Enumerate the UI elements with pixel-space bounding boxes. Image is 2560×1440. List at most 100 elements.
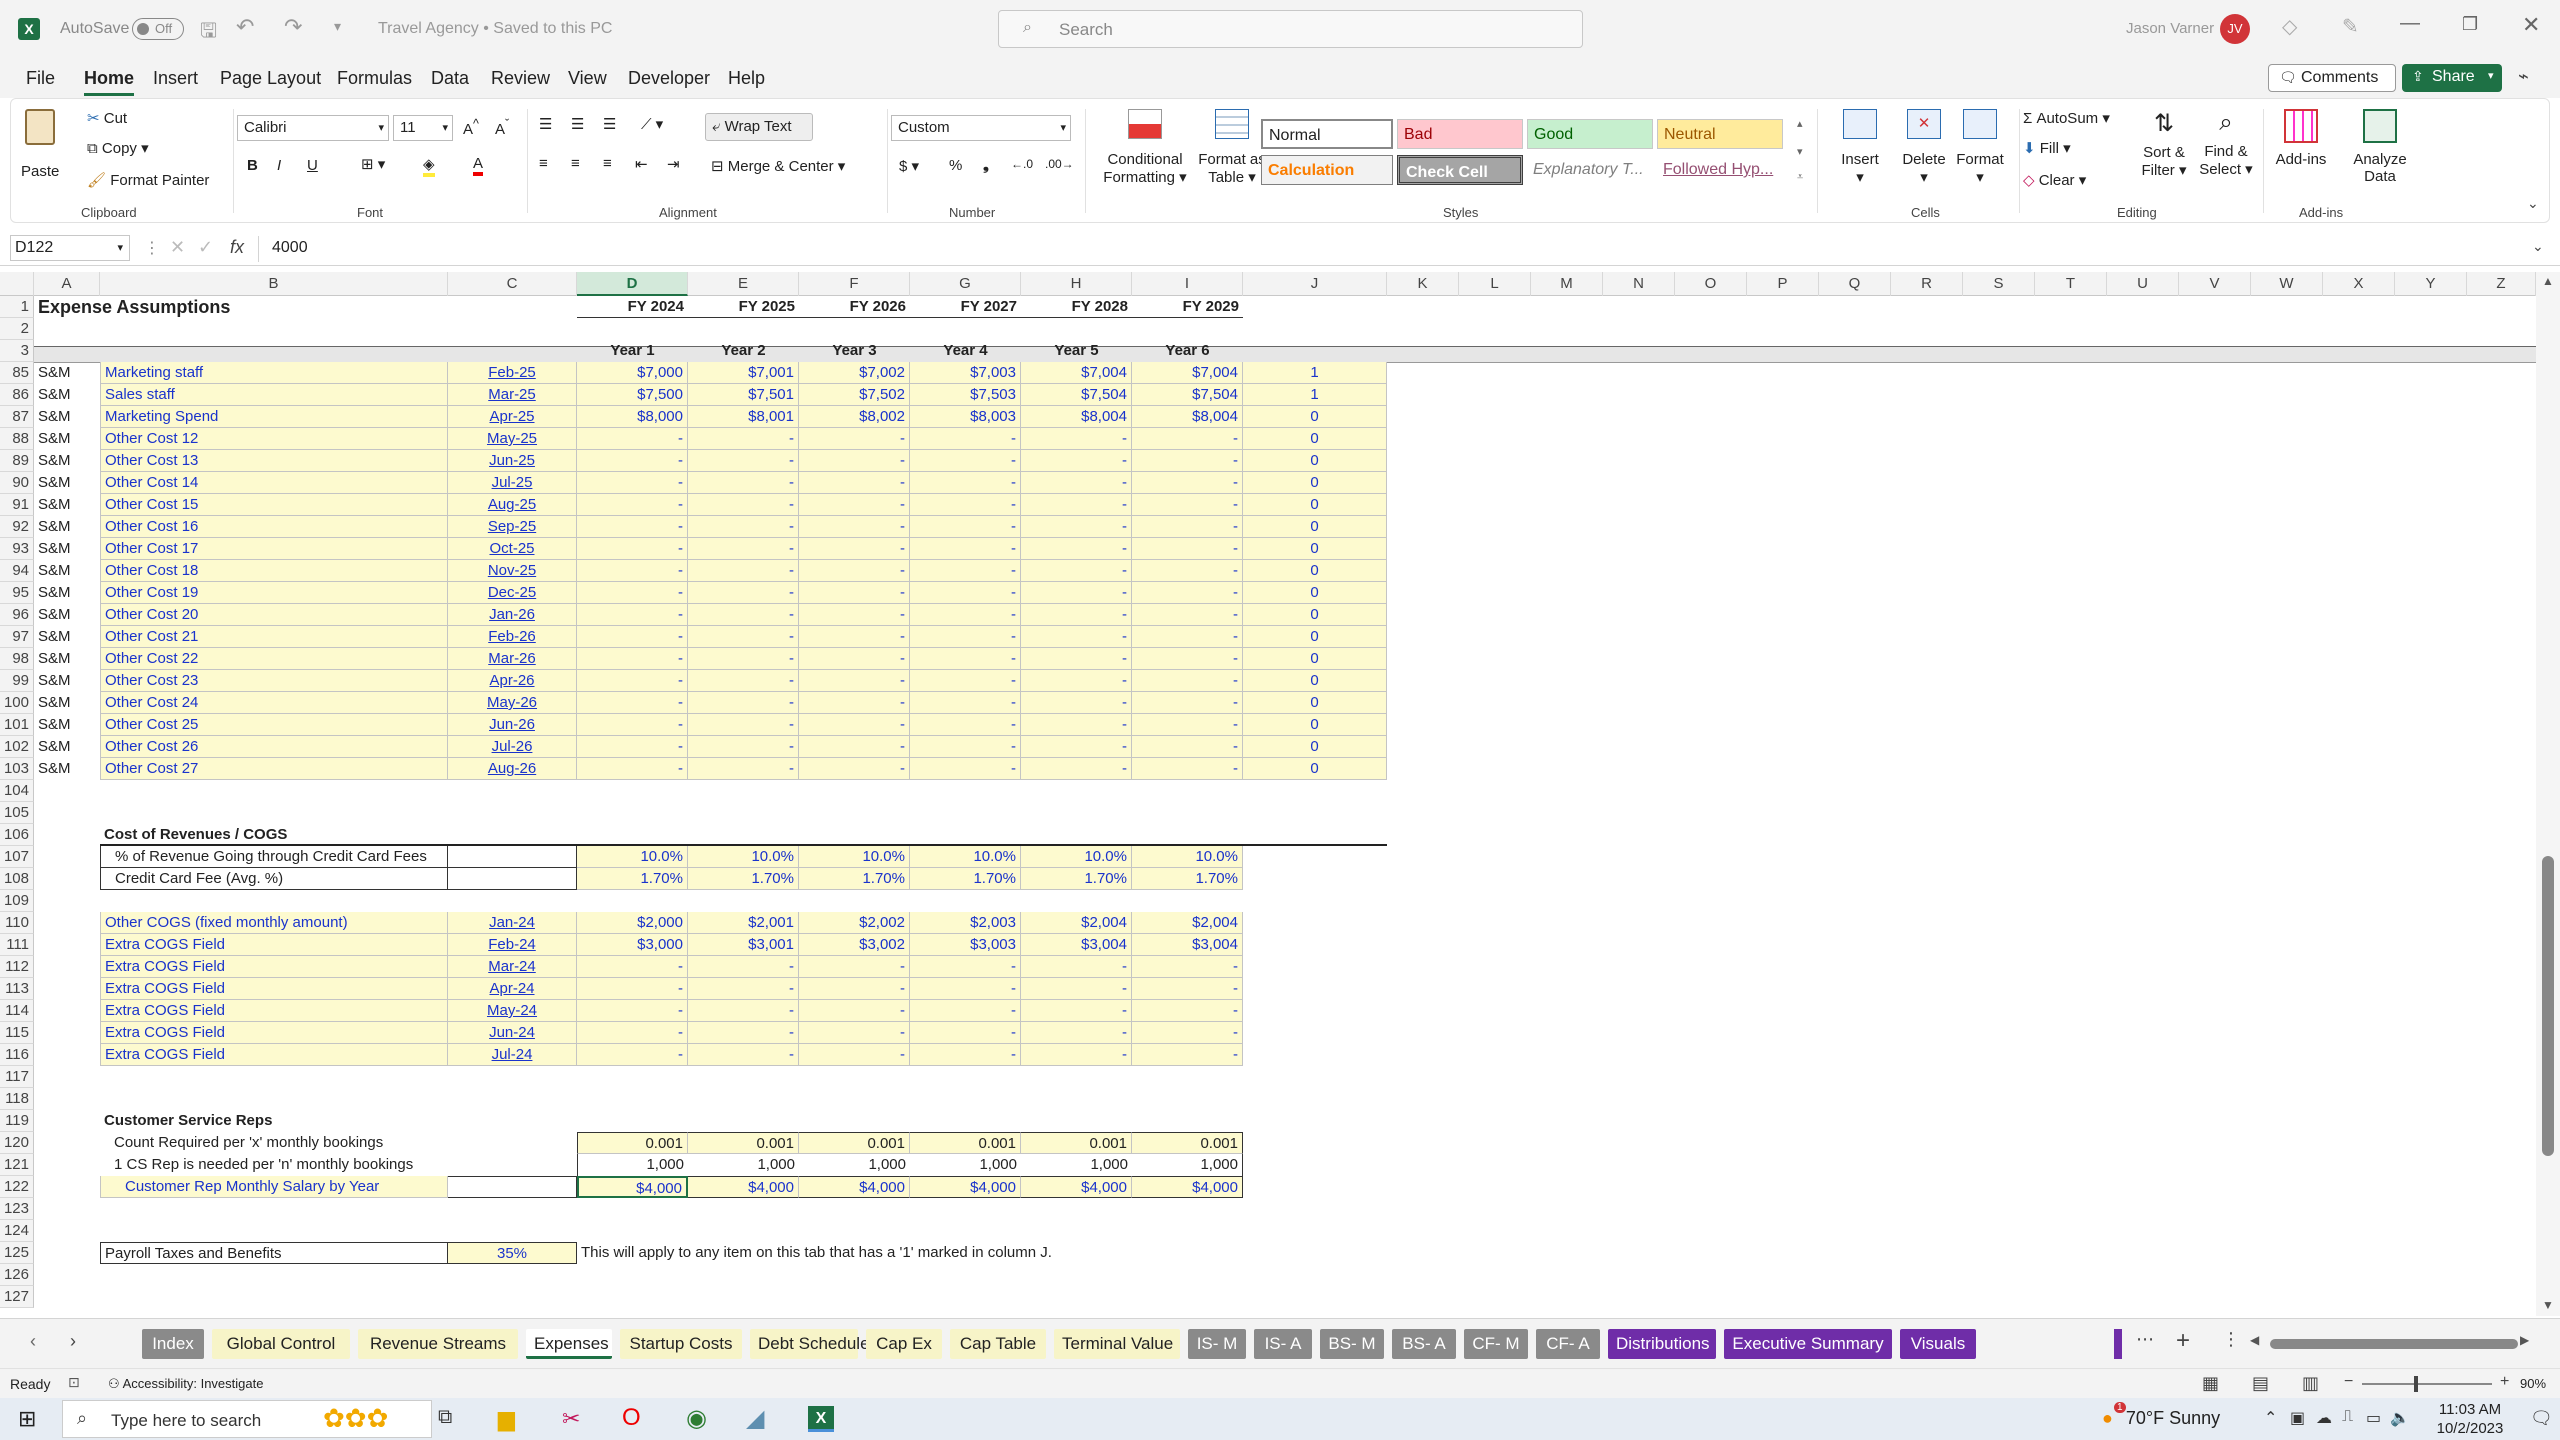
value-cell[interactable]: -	[910, 1044, 1021, 1066]
add-sheet-icon[interactable]: +	[2176, 1327, 2190, 1355]
style-calculation[interactable]: Calculation	[1261, 155, 1393, 185]
expense-name-cell[interactable]: Other Cost 19	[100, 582, 448, 604]
value-cell[interactable]: -	[910, 560, 1021, 582]
row-header[interactable]: 117	[0, 1066, 34, 1088]
value-cell[interactable]: $8,003	[910, 406, 1021, 428]
value-cell[interactable]: -	[1132, 428, 1243, 450]
category-cell[interactable]: S&M	[34, 714, 100, 736]
cc-fee-cell[interactable]: 1.70%	[1132, 868, 1243, 890]
value-cell[interactable]: -	[910, 648, 1021, 670]
col-m[interactable]: M	[1531, 272, 1603, 296]
csr-salary-cell[interactable]: $4,000	[910, 1176, 1021, 1198]
start-date-cell[interactable]: Sep-25	[448, 516, 577, 538]
insert-function-icon[interactable]: fx	[230, 237, 244, 258]
zoom-out-icon[interactable]: −	[2344, 1373, 2353, 1391]
row-header[interactable]: 125	[0, 1242, 34, 1264]
col-l[interactable]: L	[1459, 272, 1531, 296]
value-cell[interactable]: -	[1132, 604, 1243, 626]
minimize-icon[interactable]: —	[2400, 12, 2420, 35]
expense-name-cell[interactable]: Other Cost 12	[100, 428, 448, 450]
value-cell[interactable]: -	[1021, 450, 1132, 472]
col-h[interactable]: H	[1021, 272, 1132, 296]
currency-icon[interactable]: $ ▾	[899, 157, 919, 175]
style-neutral[interactable]: Neutral	[1657, 119, 1783, 149]
payroll-flag-cell[interactable]: 0	[1243, 626, 1387, 648]
value-cell[interactable]: -	[799, 714, 910, 736]
category-cell[interactable]: S&M	[34, 428, 100, 450]
value-cell[interactable]: $3,000	[577, 934, 688, 956]
sheet-tab-distributions[interactable]: Distributions	[1608, 1329, 1716, 1359]
align-middle-icon[interactable]: ☰	[571, 115, 584, 133]
fy-header[interactable]: FY 2026	[799, 296, 910, 318]
pen-icon[interactable]: ✎	[2342, 14, 2359, 39]
value-cell[interactable]: -	[688, 604, 799, 626]
col-s[interactable]: S	[1963, 272, 2035, 296]
expense-name-cell[interactable]: Other Cost 16	[100, 516, 448, 538]
row-header[interactable]: 114	[0, 1000, 34, 1022]
col-b[interactable]: B	[100, 272, 448, 296]
col-w[interactable]: W	[2251, 272, 2323, 296]
payroll-flag-cell[interactable]: 0	[1243, 670, 1387, 692]
payroll-label[interactable]: Payroll Taxes and Benefits	[100, 1242, 448, 1264]
value-cell[interactable]: -	[577, 582, 688, 604]
value-cell[interactable]: -	[799, 1022, 910, 1044]
year-header[interactable]: Year 4	[910, 340, 1021, 362]
value-cell[interactable]: -	[910, 978, 1021, 1000]
value-cell[interactable]: -	[910, 692, 1021, 714]
share-button[interactable]: ⇪ Share ▾	[2402, 64, 2502, 92]
value-cell[interactable]: $7,504	[1132, 384, 1243, 406]
start-date-cell[interactable]: Jul-25	[448, 472, 577, 494]
format-painter-button[interactable]: 🖌 Format Painter	[87, 171, 209, 189]
value-cell[interactable]: -	[688, 692, 799, 714]
font-size-select[interactable]: 11 ▾	[393, 115, 453, 141]
csr-count-cell[interactable]: 0.001	[910, 1132, 1021, 1154]
value-cell[interactable]: -	[577, 648, 688, 670]
snipping-tool-icon[interactable]: ✂	[562, 1406, 580, 1432]
year-header[interactable]: Year 2	[688, 340, 799, 362]
merge-center-button[interactable]: ⊟ Merge & Center ▾	[711, 157, 845, 175]
value-cell[interactable]: -	[799, 516, 910, 538]
payroll-flag-cell[interactable]: 0	[1243, 406, 1387, 428]
value-cell[interactable]: -	[1021, 604, 1132, 626]
scroll-thumb[interactable]	[2542, 856, 2554, 1156]
zoom-level[interactable]: 90%	[2520, 1376, 2546, 1391]
find-select-button[interactable]: ⌕ Find & Select ▾	[2197, 109, 2255, 199]
comma-icon[interactable]: ❟	[983, 157, 989, 174]
value-cell[interactable]: -	[799, 1044, 910, 1066]
row-header[interactable]: 1	[0, 296, 34, 318]
start-date-cell[interactable]: Apr-25	[448, 406, 577, 428]
sheet-tab-bs-m[interactable]: BS- M	[1320, 1329, 1384, 1359]
clock[interactable]: 11:03 AM 10/2/2023	[2420, 1400, 2520, 1438]
customize-qat-icon[interactable]: ▾	[334, 18, 341, 35]
weather-widget[interactable]: ● 1 70°F Sunny	[2102, 1402, 2220, 1429]
value-cell[interactable]: -	[688, 1000, 799, 1022]
cc-pct-cell[interactable]: 10.0%	[577, 846, 688, 868]
category-cell[interactable]: S&M	[34, 406, 100, 428]
menu-view[interactable]: View	[568, 68, 607, 89]
payroll-flag-cell[interactable]: 0	[1243, 604, 1387, 626]
value-cell[interactable]: -	[1132, 956, 1243, 978]
cogs-name-cell[interactable]: Extra COGS Field	[100, 978, 448, 1000]
more-options-icon[interactable]: ⋮	[144, 238, 160, 258]
value-cell[interactable]: -	[799, 978, 910, 1000]
expense-name-cell[interactable]: Other Cost 20	[100, 604, 448, 626]
row-header[interactable]: 103	[0, 758, 34, 780]
cc-fee-cell[interactable]: 1.70%	[799, 868, 910, 890]
value-cell[interactable]: -	[577, 626, 688, 648]
menu-formulas[interactable]: Formulas	[337, 68, 412, 89]
value-cell[interactable]: -	[1021, 560, 1132, 582]
fy-header[interactable]: FY 2029	[1132, 296, 1243, 318]
value-cell[interactable]: -	[799, 560, 910, 582]
col-g[interactable]: G	[910, 272, 1021, 296]
menu-help[interactable]: Help	[728, 68, 765, 89]
csr-rep-cell[interactable]: 1,000	[910, 1154, 1021, 1176]
delete-cells-button[interactable]: ✕ Delete ▾	[1899, 109, 1949, 199]
decrease-decimal-icon[interactable]: .00→	[1045, 157, 1074, 171]
row-header[interactable]: 126	[0, 1264, 34, 1286]
value-cell[interactable]: -	[688, 516, 799, 538]
value-cell[interactable]: -	[1132, 758, 1243, 780]
year-header[interactable]: Year 6	[1132, 340, 1243, 362]
value-cell[interactable]: -	[1132, 1044, 1243, 1066]
value-cell[interactable]: -	[1132, 626, 1243, 648]
zoom-slider[interactable]	[2362, 1376, 2492, 1392]
